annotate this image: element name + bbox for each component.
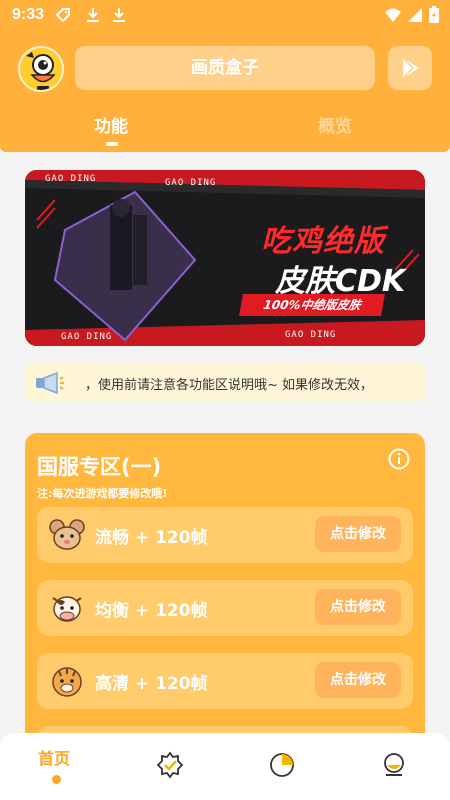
banner-headline: 吃鸡绝版 [261,224,385,259]
mode-row-hd: 高清 + 120帧 点击修改 [37,653,413,709]
banner-strip-bottom: GAO DING [61,332,113,342]
status-time: 9:33 [12,6,45,23]
mouse-face-icon [49,519,85,550]
nav-active-dot [52,775,61,784]
banner-strip-top-2: GAO DING [165,178,217,188]
play-button[interactable] [388,46,432,90]
tag-icon [55,8,70,23]
modify-button-balanced[interactable]: 点击修改 [315,589,401,625]
mode-row-balanced: 均衡 + 120帧 点击修改 [37,580,413,636]
tab-features[interactable]: 功能 [94,112,128,137]
banner-strip-top: GAO DING [45,174,97,184]
bottom-nav: 首页 [0,733,450,800]
profile-icon[interactable] [380,751,408,779]
tab-indicator [106,142,118,146]
cow-face-icon [52,596,82,622]
info-icon[interactable] [388,448,410,470]
banner-strip-bottom-2: GAO DING [285,330,337,340]
status-bar: 9:33 [0,0,450,32]
play-store-icon [402,57,419,79]
avatar-face-icon [20,48,62,90]
notice-bar: ，使用前请注意各功能区说明哦~ 如果修改无效， [25,364,425,402]
section-note: 注:每次进游戏都要修改哦! [37,487,168,500]
mode-row-smooth: 流畅 + 120帧 点击修改 [37,507,413,563]
battery-icon [429,6,439,23]
pie-chart-icon[interactable] [268,751,296,779]
download-icon-2 [113,8,125,22]
promo-banner[interactable]: GAO DING GAO DING GAO DING GAO DING 吃鸡绝版… [25,170,425,346]
avatar[interactable] [18,46,64,92]
modify-button-hd[interactable]: 点击修改 [315,662,401,698]
banner-tag: 100%中绝版皮肤 [239,294,385,316]
app-title: 画质盒子 [75,46,375,90]
signal-icon [408,8,422,22]
mode-label-smooth: 流畅 + 120帧 [95,528,208,548]
star-badge-icon[interactable] [156,751,184,779]
section-card: 国服专区(一) 注:每次进游戏都要修改哦! 流畅 + 120帧 点击修改 均衡 … [25,433,425,753]
nav-home[interactable]: 首页 [38,745,70,769]
modify-button-smooth[interactable]: 点击修改 [315,516,401,552]
header: 9:33 画质盒子 功能 概览 [0,0,450,152]
wifi-icon [385,8,401,22]
section-title: 国服专区(一) [37,455,162,479]
notice-text: ，使用前请注意各功能区说明哦~ 如果修改无效， [85,378,374,393]
mode-label-balanced: 均衡 + 120帧 [95,601,208,621]
tiger-face-icon [52,667,82,697]
mode-label-hd: 高清 + 120帧 [95,674,208,694]
tab-overview[interactable]: 概览 [318,112,352,137]
download-icon [87,8,99,22]
megaphone-icon [36,372,64,394]
